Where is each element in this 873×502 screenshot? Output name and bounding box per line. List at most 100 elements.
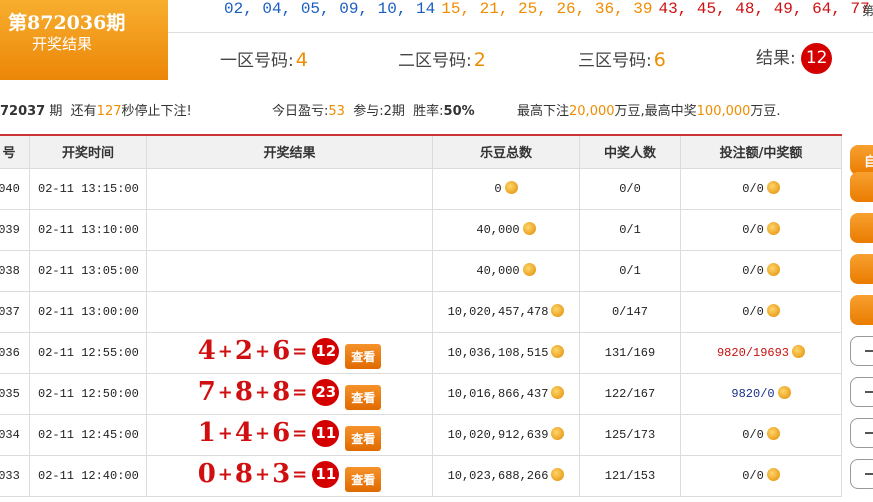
- operator: =: [292, 422, 308, 444]
- view-button[interactable]: 查看: [345, 466, 382, 492]
- table-row: 040 02-11 13:15:00 0 0/0 0/0: [0, 167, 842, 210]
- row-result: [146, 208, 433, 251]
- result-digit: 8: [272, 377, 291, 408]
- zone1-label: 一区号码:: [220, 51, 294, 71]
- bean-icon: [551, 345, 565, 358]
- max-bet: 20,000: [569, 104, 615, 119]
- draw-history-table: 号 开奖时间 开奖结果 乐豆总数 中奖人数 投注额/中奖额 040 02-11 1…: [0, 134, 842, 497]
- minus-icon: [865, 350, 873, 352]
- max-bet-unit: 万豆,最高中奖: [614, 104, 697, 119]
- result-formula: 4 +2 +6 = 12: [198, 336, 340, 366]
- bean-icon: [766, 468, 780, 481]
- result-digit: 4: [197, 336, 216, 367]
- minus-icon: [865, 391, 873, 393]
- zone3-value: 6: [653, 49, 666, 71]
- row-bet: 0/0: [680, 208, 842, 251]
- numbers-orange: 15, 21, 25, 26, 36, 39: [441, 0, 653, 18]
- row-winners: 0/147: [579, 290, 681, 333]
- row-winners: 121/153: [579, 454, 681, 497]
- result-digit: 7: [197, 377, 216, 408]
- win-rate-label: 胜率:: [413, 104, 444, 119]
- bean-icon: [522, 222, 536, 235]
- draw-numbers: 02, 04, 05, 09, 10, 14 15, 21, 25, 26, 36…: [224, 0, 873, 18]
- view-button[interactable]: 查看: [345, 425, 382, 451]
- row-time: 02-11 13:10:00: [29, 208, 147, 251]
- bet-value: 0/0: [742, 428, 764, 442]
- zone3-label: 三区号码:: [578, 51, 652, 71]
- auto-bet-button[interactable]: 自: [850, 145, 873, 175]
- issue-title: 第872036期: [8, 12, 126, 34]
- table-row: 039 02-11 13:10:00 40,000 0/1 0/0: [0, 208, 842, 251]
- bean-icon: [766, 304, 780, 317]
- operator: +: [254, 340, 271, 362]
- bet-value: 0/0: [742, 305, 764, 319]
- result: 结果: 12: [756, 43, 833, 74]
- row-action-button[interactable]: [850, 254, 873, 284]
- row-time: 02-11 12:45:00: [29, 413, 147, 456]
- row-winners: 122/167: [579, 372, 681, 415]
- result-digit: 3: [272, 459, 291, 490]
- table-row: 037 02-11 13:00:00 10,020,457,478 0/147 0/0: [0, 290, 842, 333]
- auto-bet-label: 自: [864, 155, 873, 170]
- today-profit: 53: [328, 104, 345, 119]
- bet-value: 9820/19693: [716, 346, 789, 360]
- row-action-button[interactable]: [850, 172, 873, 202]
- sum-ball: 12: [312, 337, 340, 365]
- view-button[interactable]: 查看: [345, 384, 382, 410]
- result-formula: 7 +8 +8 = 23: [198, 377, 340, 407]
- row-action-button[interactable]: [850, 336, 873, 366]
- col-issue: 号: [0, 134, 30, 169]
- edge-text: 第: [862, 4, 873, 18]
- participate: 2: [383, 104, 392, 119]
- bean-icon: [766, 181, 780, 194]
- next-issue: 72037 期 还有127秒停止下注!: [0, 100, 192, 119]
- operator: +: [254, 463, 271, 485]
- row-action-button[interactable]: [850, 377, 873, 407]
- zone1-value: 4: [295, 49, 308, 71]
- row-issue: 039: [0, 208, 30, 251]
- bean-icon: [766, 263, 780, 276]
- numbers-red: 43, 45, 48, 49, 64, 77: [658, 0, 870, 18]
- col-total: 乐豆总数: [432, 134, 580, 169]
- row-winners: 125/173: [579, 413, 681, 456]
- table-header: 号 开奖时间 开奖结果 乐豆总数 中奖人数 投注额/中奖额: [0, 134, 842, 169]
- row-action-button[interactable]: [850, 295, 873, 325]
- row-issue: 034: [0, 413, 30, 456]
- row-winners: 0/1: [579, 249, 681, 292]
- participate-suffix: 期: [391, 104, 405, 119]
- row-action-button[interactable]: [850, 459, 873, 489]
- participate-label: 参与:: [353, 104, 384, 119]
- result-digit: 4: [234, 418, 253, 449]
- max-bet-label: 最高下注: [517, 104, 570, 119]
- operator: =: [292, 463, 308, 485]
- col-winners: 中奖人数: [579, 134, 681, 169]
- row-total: 40,000: [432, 208, 580, 251]
- row-bet: 9820/0: [680, 372, 842, 415]
- result-digit: 8: [234, 459, 253, 490]
- bean-icon: [777, 386, 791, 399]
- operator: +: [217, 422, 233, 444]
- countdown-suffix: 秒停止下注!: [121, 104, 192, 119]
- result-digit: 1: [197, 418, 216, 449]
- row-total: 10,020,912,639: [432, 413, 580, 456]
- row-issue: 033: [0, 454, 30, 497]
- zone2: 二区号码: 2: [398, 46, 486, 71]
- bean-icon: [551, 304, 565, 317]
- bean-icon: [522, 263, 536, 276]
- row-action-button[interactable]: [850, 213, 873, 243]
- view-button[interactable]: 查看: [345, 343, 382, 369]
- issue-badge: 第872036期 开奖结果: [0, 0, 168, 80]
- row-bet: 0/0: [680, 454, 842, 497]
- col-time: 开奖时间: [29, 134, 147, 169]
- col-bet: 投注额/中奖额: [680, 134, 842, 169]
- row-time: 02-11 13:00:00: [29, 290, 147, 333]
- max-win: 100,000: [696, 104, 751, 119]
- table-row: 038 02-11 13:05:00 40,000 0/1 0/0: [0, 249, 842, 292]
- row-time: 02-11 12:40:00: [29, 454, 147, 497]
- bean-icon: [504, 181, 518, 194]
- bet-value: 9820/0: [731, 387, 775, 401]
- row-time: 02-11 12:55:00: [29, 331, 147, 374]
- sum-ball: 11: [312, 460, 340, 488]
- row-issue: 036: [0, 331, 30, 374]
- row-action-button[interactable]: [850, 418, 873, 448]
